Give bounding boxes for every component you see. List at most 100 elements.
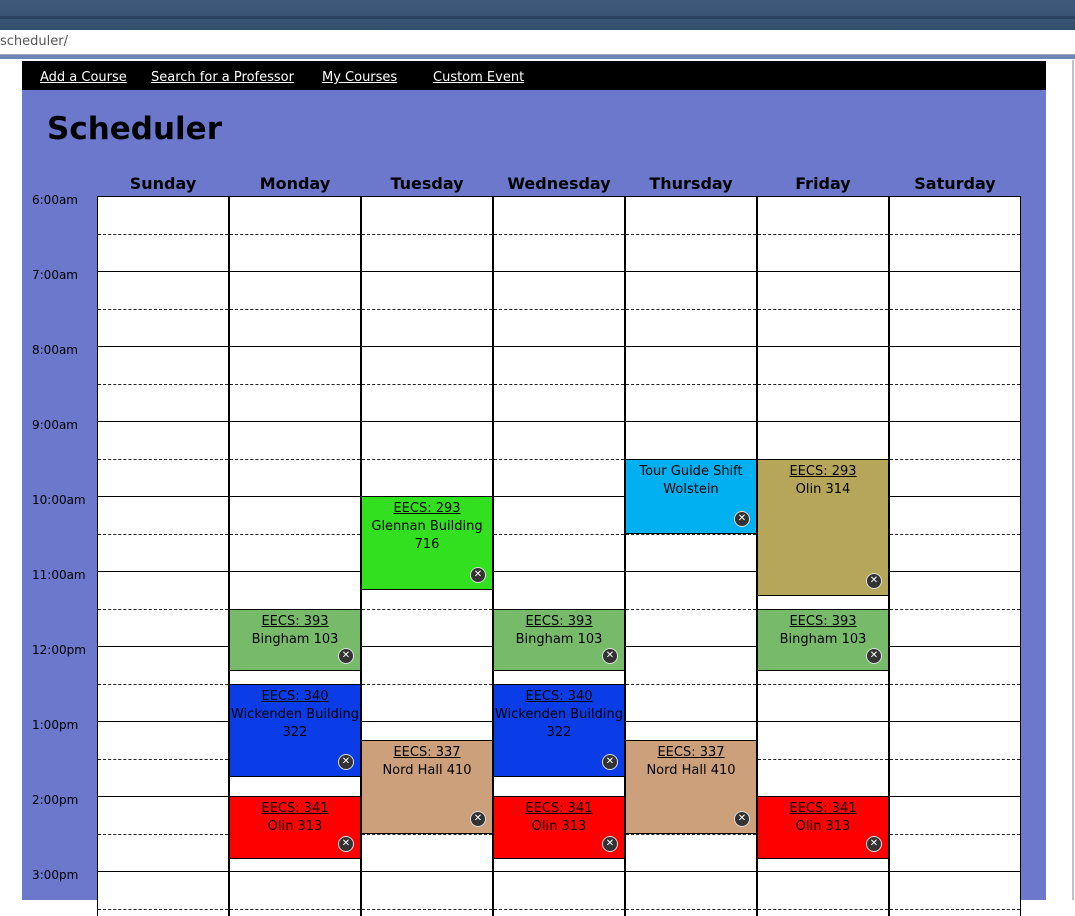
event-block[interactable]: EECS: 341 Olin 313 ✕	[758, 796, 888, 859]
hour-gridline	[626, 271, 756, 272]
hour-gridline	[98, 421, 228, 422]
event-location: Wickenden Building 322	[231, 706, 359, 740]
event-location: Olin 313	[531, 819, 587, 834]
half-hour-gridline	[626, 308, 756, 310]
event-course-code-link[interactable]: EECS: 341	[494, 800, 624, 818]
event-location: Bingham 103	[779, 631, 867, 647]
time-label: 3:00pm	[32, 868, 79, 882]
half-hour-gridline	[890, 608, 1020, 610]
hour-gridline	[98, 871, 228, 872]
half-hour-gridline	[890, 308, 1020, 310]
half-hour-gridline	[362, 833, 492, 835]
event-block[interactable]: EECS: 393 Bingham 103 ✕	[494, 608, 624, 671]
hour-gridline	[758, 271, 888, 272]
hour-gridline	[758, 721, 888, 722]
address-bar[interactable]: scheduler/	[0, 30, 1075, 55]
scheduler-page: Add a Course Search for a Professor My C…	[22, 61, 1046, 916]
event-block[interactable]: EECS: 340 Wickenden Building 322 ✕	[230, 683, 360, 778]
remove-event-icon[interactable]: ✕	[338, 648, 354, 664]
hour-gridline	[890, 271, 1020, 272]
event-course-code-link[interactable]: EECS: 337	[626, 744, 756, 762]
half-hour-gridline	[98, 233, 228, 235]
half-hour-gridline	[230, 533, 360, 535]
remove-event-icon[interactable]: ✕	[602, 648, 618, 664]
half-hour-gridline	[98, 608, 228, 610]
event-block[interactable]: EECS: 337 Nord Hall 410 ✕	[626, 739, 756, 834]
hour-gridline	[98, 796, 228, 797]
nav-search-professor-link[interactable]: Search for a Professor	[151, 70, 294, 85]
day-column-tuesday[interactable]: EECS: 293 Glennan Building 716 ✕ EECS: 337 N…	[361, 196, 493, 916]
event-block[interactable]: EECS: 293 Glennan Building 716 ✕	[362, 496, 492, 590]
event-block[interactable]: EECS: 393 Bingham 103 ✕	[230, 608, 360, 671]
half-hour-gridline	[890, 383, 1020, 385]
event-block[interactable]: EECS: 340 Wickenden Building 322 ✕	[494, 683, 624, 778]
event-course-code-link[interactable]: EECS: 393	[758, 613, 888, 631]
day-column-monday[interactable]: EECS: 393 Bingham 103 ✕ EECS: 340 Wickenden …	[229, 196, 361, 916]
event-course-code-link[interactable]: EECS: 340	[494, 688, 624, 706]
remove-event-icon[interactable]: ✕	[866, 573, 882, 589]
event-location: Bingham 103	[515, 631, 603, 647]
time-label: 2:00pm	[32, 793, 79, 807]
half-hour-gridline	[494, 308, 624, 310]
remove-event-icon[interactable]: ✕	[734, 510, 750, 527]
half-hour-gridline	[890, 533, 1020, 535]
nav-custom-event-link[interactable]: Custom Event	[433, 70, 524, 85]
remove-event-icon[interactable]: ✕	[470, 566, 486, 583]
hour-gridline	[890, 496, 1020, 497]
hour-gridline	[98, 346, 228, 347]
event-course-code-link[interactable]: EECS: 293	[758, 463, 888, 481]
remove-event-icon[interactable]: ✕	[338, 835, 354, 852]
event-block[interactable]: EECS: 341 Olin 313 ✕	[494, 796, 624, 859]
event-course-code-link[interactable]: EECS: 341	[758, 800, 888, 818]
half-hour-gridline	[98, 833, 228, 835]
event-block[interactable]: EECS: 337 Nord Hall 410 ✕	[362, 739, 492, 834]
address-bar-url[interactable]: scheduler/	[0, 34, 68, 49]
half-hour-gridline	[890, 833, 1020, 835]
event-course-code-link[interactable]: EECS: 393	[494, 613, 624, 631]
nav-add-course-link[interactable]: Add a Course	[40, 70, 127, 85]
half-hour-gridline	[230, 458, 360, 460]
event-course-code-link[interactable]: EECS: 337	[362, 744, 492, 762]
hour-gridline	[890, 571, 1020, 572]
remove-event-icon[interactable]: ✕	[602, 835, 618, 852]
half-hour-gridline	[494, 908, 624, 910]
nav-my-courses-link[interactable]: My Courses	[322, 70, 397, 85]
day-column-sunday[interactable]	[97, 196, 229, 916]
time-label: 11:00am	[32, 568, 86, 582]
hour-gridline	[626, 571, 756, 572]
hour-gridline	[98, 646, 228, 647]
hour-gridline	[494, 196, 624, 197]
event-course-code-link[interactable]: EECS: 393	[230, 613, 360, 631]
event-course-code-link[interactable]: EECS: 340	[230, 688, 360, 706]
event-course-code-link[interactable]: EECS: 341	[230, 800, 360, 818]
half-hour-gridline	[758, 233, 888, 235]
half-hour-gridline	[626, 233, 756, 235]
day-column-thursday[interactable]: Tour Guide Shift Wolstein ✕ EECS: 337 Nord H…	[625, 196, 757, 916]
remove-event-icon[interactable]: ✕	[734, 810, 750, 827]
hour-gridline	[758, 346, 888, 347]
day-column-friday[interactable]: EECS: 293 Olin 314 ✕ EECS: 393 Bingham 103 ✕ E…	[757, 196, 889, 916]
event-block[interactable]: EECS: 393 Bingham 103 ✕	[758, 608, 888, 671]
remove-event-icon[interactable]: ✕	[470, 810, 486, 827]
event-block[interactable]: Tour Guide Shift Wolstein ✕	[626, 458, 756, 534]
remove-event-icon[interactable]: ✕	[866, 835, 882, 852]
event-block[interactable]: EECS: 341 Olin 313 ✕	[230, 796, 360, 859]
hour-gridline	[758, 196, 888, 197]
half-hour-gridline	[98, 533, 228, 535]
day-column-saturday[interactable]	[889, 196, 1021, 916]
day-column-wednesday[interactable]: EECS: 393 Bingham 103 ✕ EECS: 340 Wickenden …	[493, 196, 625, 916]
hour-gridline	[98, 721, 228, 722]
hour-gridline	[230, 421, 360, 422]
remove-event-icon[interactable]: ✕	[866, 648, 882, 664]
half-hour-gridline	[758, 383, 888, 385]
calendar-grid: EECS: 393 Bingham 103 ✕ EECS: 340 Wickenden …	[97, 196, 1021, 916]
event-course-code-link[interactable]: EECS: 293	[362, 500, 492, 518]
window-edge	[1046, 60, 1075, 900]
half-hour-gridline	[362, 233, 492, 235]
remove-event-icon[interactable]: ✕	[338, 754, 354, 771]
remove-event-icon[interactable]: ✕	[602, 754, 618, 771]
hour-gridline	[362, 271, 492, 272]
day-header-friday: Friday	[795, 174, 851, 193]
half-hour-gridline	[230, 308, 360, 310]
event-block[interactable]: EECS: 293 Olin 314 ✕	[758, 458, 888, 596]
